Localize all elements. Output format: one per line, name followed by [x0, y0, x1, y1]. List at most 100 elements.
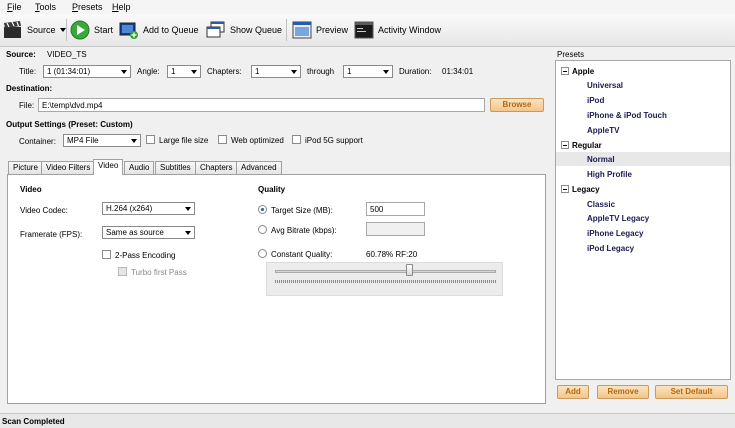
preset-item[interactable]: iPod Legacy	[587, 244, 634, 253]
video-codec-select[interactable]: H.264 (x264)	[102, 202, 195, 215]
chevron-down-icon[interactable]	[59, 28, 66, 32]
file-label: File:	[19, 101, 35, 110]
constant-quality-label: Constant Quality:	[271, 250, 333, 259]
quality-slider-thumb[interactable]	[405, 264, 413, 276]
preset-group-regular[interactable]: Regular	[572, 141, 602, 150]
menu-help[interactable]: Help	[112, 2, 131, 12]
source-heading: Source:	[6, 50, 36, 59]
ipod5g-label: iPod 5G support	[305, 136, 363, 145]
tab-advanced[interactable]: Advanced	[236, 161, 282, 174]
preset-group-apple[interactable]: Apple	[572, 67, 594, 76]
turbo-first-pass-label: Turbo first Pass	[131, 268, 187, 277]
turbo-first-pass-checkbox[interactable]	[118, 267, 127, 276]
two-pass-checkbox[interactable]	[102, 250, 111, 259]
collapse-icon[interactable]	[561, 67, 569, 75]
web-optimized-label: Web optimized	[231, 136, 284, 145]
tab-video-filters[interactable]: Video Filters	[41, 161, 96, 174]
through-label: through	[307, 67, 335, 76]
set-default-button[interactable]: Set Default	[655, 385, 728, 399]
framerate-label: Framerate (FPS):	[20, 230, 83, 239]
preset-item[interactable]: iPod	[587, 96, 604, 105]
add-preset-button[interactable]: Add	[557, 385, 589, 399]
chevron-down-icon	[291, 70, 297, 74]
remove-preset-button[interactable]: Remove	[597, 385, 649, 399]
chevron-down-icon	[121, 70, 127, 74]
menu-presets[interactable]: Presets	[72, 2, 103, 12]
menu-bar: File Tools Presets Help	[0, 0, 735, 14]
add-queue-label: Add to Queue	[143, 25, 199, 35]
preset-item[interactable]: High Profile	[587, 170, 632, 179]
source-value: VIDEO_TS	[47, 50, 87, 59]
toolbar-separator	[66, 19, 67, 41]
ipod5g-checkbox[interactable]	[292, 135, 301, 144]
chevron-down-icon	[383, 70, 389, 74]
preset-item[interactable]: AppleTV Legacy	[587, 214, 649, 223]
preset-item[interactable]: iPhone & iPod Touch	[587, 111, 667, 120]
collapse-icon[interactable]	[561, 141, 569, 149]
framerate-select[interactable]: Same as source	[102, 226, 195, 239]
activity-window-button[interactable]: Activity Window	[354, 18, 441, 42]
destination-heading: Destination:	[6, 84, 53, 93]
tab-audio[interactable]: Audio	[124, 161, 155, 174]
collapse-icon[interactable]	[561, 185, 569, 193]
queue-windows-icon	[206, 20, 226, 40]
toolbar-separator	[286, 19, 287, 41]
two-pass-label: 2-Pass Encoding	[115, 251, 176, 260]
preview-window-icon	[292, 20, 312, 40]
status-bar: Scan Completed	[0, 413, 735, 428]
tab-video[interactable]: Video	[93, 159, 124, 175]
source-button[interactable]: Source	[3, 18, 66, 42]
preset-item[interactable]: Universal	[587, 81, 623, 90]
container-label: Container:	[19, 137, 56, 146]
output-settings-heading: Output Settings (Preset: Custom)	[6, 120, 133, 129]
presets-heading: Presets	[557, 50, 585, 59]
preview-label: Preview	[316, 25, 349, 35]
target-size-input[interactable]: 500	[366, 202, 425, 216]
start-label: Start	[94, 25, 114, 35]
clapperboard-icon	[3, 20, 23, 40]
web-optimized-checkbox[interactable]	[218, 135, 227, 144]
quality-slider-track[interactable]	[275, 270, 496, 273]
chapters-label: Chapters:	[207, 67, 242, 76]
menu-file[interactable]: File	[7, 2, 22, 12]
preset-item-selected[interactable]: Normal	[587, 155, 615, 164]
video-codec-label: Video Codec:	[20, 206, 68, 215]
title-select[interactable]: 1 (01:34:01)	[43, 65, 131, 78]
avg-bitrate-input[interactable]	[366, 222, 425, 236]
status-text: Scan Completed	[2, 417, 65, 426]
preset-item[interactable]: Classic	[587, 200, 615, 209]
chapters-to-select[interactable]: 1	[343, 65, 393, 78]
tab-chapters[interactable]: Chapters	[195, 161, 238, 174]
file-path-input[interactable]: E:\temp\dvd.mp4	[38, 98, 485, 112]
menu-tools[interactable]: Tools	[35, 2, 56, 12]
quality-heading: Quality	[258, 185, 286, 194]
avg-bitrate-radio[interactable]	[258, 225, 267, 234]
toolbar: Source Start Add to Queue Show Queue Pre…	[0, 14, 735, 47]
chevron-down-icon	[191, 70, 197, 74]
preset-group-legacy[interactable]: Legacy	[572, 185, 600, 194]
large-file-checkbox[interactable]	[146, 135, 155, 144]
preset-selection-highlight	[556, 152, 730, 166]
tab-picture[interactable]: Picture	[8, 161, 43, 174]
preview-button[interactable]: Preview	[292, 18, 348, 42]
chevron-down-icon	[131, 139, 137, 143]
browse-button[interactable]: Browse	[490, 98, 544, 112]
target-size-radio[interactable]	[258, 205, 267, 214]
terminal-icon	[354, 20, 374, 40]
angle-select[interactable]: 1	[167, 65, 201, 78]
preset-item[interactable]: AppleTV	[587, 126, 619, 135]
source-label: Source	[27, 25, 56, 35]
duration-value: 01:34:01	[442, 67, 474, 76]
constant-quality-radio[interactable]	[258, 249, 267, 258]
play-icon	[70, 20, 90, 40]
chevron-down-icon	[185, 207, 191, 211]
add-to-queue-button[interactable]: Add to Queue	[119, 18, 199, 42]
preset-item[interactable]: iPhone Legacy	[587, 229, 643, 238]
chapters-from-select[interactable]: 1	[251, 65, 301, 78]
container-select[interactable]: MP4 File	[63, 134, 141, 147]
video-heading: Video	[20, 185, 42, 194]
show-queue-button[interactable]: Show Queue	[206, 18, 282, 42]
tab-subtitles[interactable]: Subtitles	[155, 161, 196, 174]
target-size-label: Target Size (MB):	[271, 206, 333, 215]
start-button[interactable]: Start	[70, 18, 113, 42]
